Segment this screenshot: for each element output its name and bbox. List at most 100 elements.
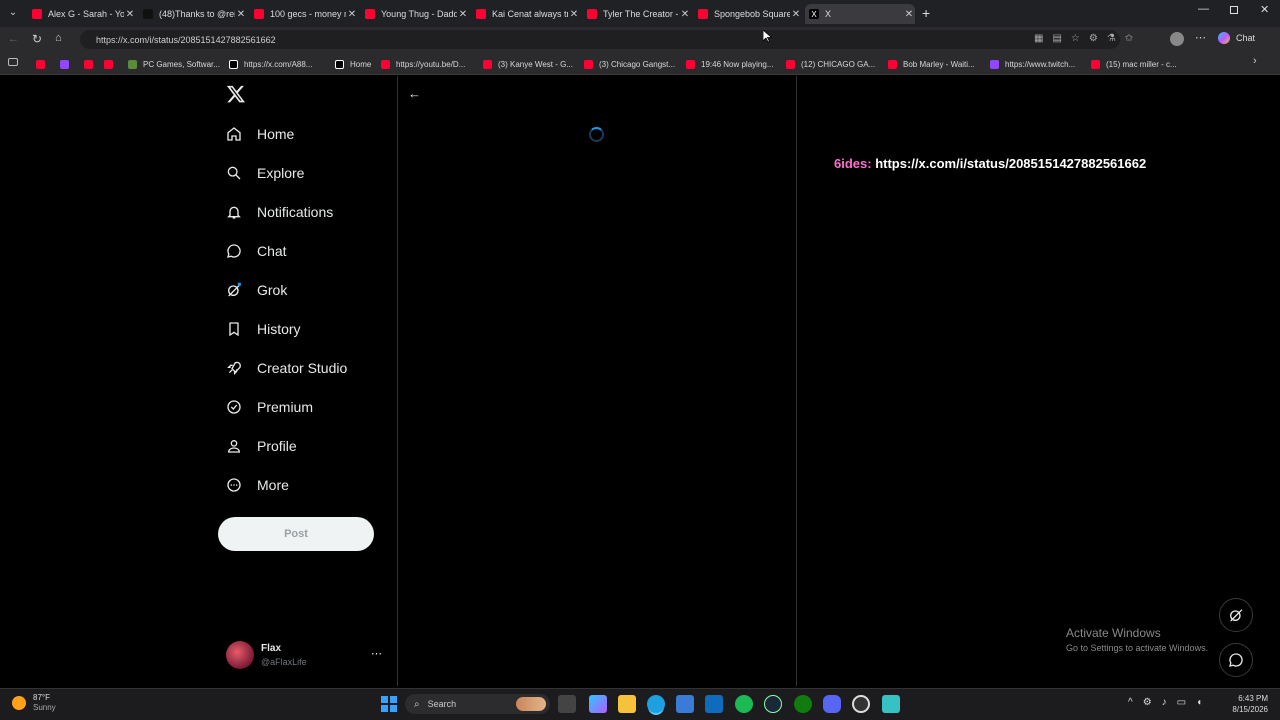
sun-icon — [12, 696, 26, 710]
bookmark-item[interactable]: https://x.com/A88... — [229, 57, 312, 71]
menu-dots-icon[interactable]: ⋯ — [1195, 31, 1206, 44]
tray-icons[interactable]: ^⚙♪▭◖ — [1128, 697, 1212, 708]
nav-label: More — [257, 477, 289, 493]
reading-mode-icon[interactable] — [8, 58, 18, 66]
task-view-icon[interactable] — [558, 695, 576, 713]
restore-button[interactable] — [1230, 6, 1238, 14]
tab-title: Kai Cenat always try — [492, 9, 568, 19]
address-input[interactable]: https://x.com/i/status/20851514278825616… — [80, 30, 1120, 49]
back-nav-icon[interactable]: ← — [8, 33, 19, 45]
nav-item-creator-studio[interactable]: Creator Studio — [226, 358, 347, 378]
bookmark-item[interactable]: (3) Chicago Gangst... — [584, 57, 675, 71]
chat-bubble-icon — [1229, 653, 1243, 667]
close-tab-icon[interactable]: ✕ — [903, 9, 915, 20]
tab[interactable]: (48)Thanks to @reid ✕ — [139, 4, 247, 24]
x-logo-icon[interactable] — [226, 84, 246, 109]
close-window-button[interactable]: ✕ — [1260, 3, 1269, 16]
nav-item-profile[interactable]: Profile — [226, 436, 297, 456]
start-button[interactable] — [381, 696, 397, 712]
notepad-icon[interactable] — [882, 695, 900, 713]
steam-icon[interactable] — [764, 695, 782, 713]
file-explorer-icon[interactable] — [618, 695, 636, 713]
bookmark-item[interactable]: PC Games, Softwar... — [128, 57, 220, 71]
close-tab-icon[interactable]: ✕ — [124, 9, 136, 20]
store-icon[interactable] — [676, 695, 694, 713]
bookmark-label: https://youtu.be/D... — [396, 59, 466, 69]
chrome-like-icon[interactable] — [852, 695, 870, 713]
youtube-icon — [36, 59, 45, 69]
outlook-icon[interactable] — [705, 695, 723, 713]
account-switcher[interactable]: Flax @aFlaxLife ⋯ — [226, 641, 386, 671]
bookmark-item[interactable]: https://youtu.be/D... — [381, 57, 465, 71]
tab-title: Tyler The Creator - V — [603, 9, 679, 19]
extensions-icons[interactable]: ▦▤☆⚙⚗✩ — [1034, 33, 1142, 44]
bookmark-item[interactable]: Home — [335, 57, 371, 71]
weather-widget[interactable]: 87°F Sunny — [12, 693, 56, 713]
post-button[interactable]: Post — [218, 517, 374, 551]
nav-item-grok[interactable]: Grok — [226, 280, 287, 300]
tab[interactable]: Kai Cenat always try ✕ — [472, 4, 580, 24]
windows-taskbar — [0, 688, 1280, 720]
tab[interactable]: Tyler The Creator - V ✕ — [583, 4, 691, 24]
tab[interactable]: Young Thug - Daddy ✕ — [361, 4, 469, 24]
nav-item-explore[interactable]: Explore — [226, 163, 304, 183]
bookmark-item[interactable]: (15) mac miller - c... — [1091, 57, 1177, 71]
close-tab-icon[interactable]: ✕ — [346, 9, 358, 20]
bookmark-item[interactable]: 19:46 Now playing... — [686, 57, 774, 71]
x-logo-icon — [229, 59, 238, 69]
nav-item-history[interactable]: History — [226, 319, 301, 339]
bookmark-item[interactable]: (3) Kanye West - G... — [483, 57, 573, 71]
account-handle: @aFlaxLife — [261, 657, 307, 667]
youtube-icon — [32, 9, 42, 19]
bookmark-item[interactable]: (12) CHICAGO GA... — [786, 57, 875, 71]
nav-item-premium[interactable]: Premium — [226, 397, 313, 417]
tab[interactable]: Spongebob Squarep ✕ — [694, 4, 802, 24]
account-more-icon[interactable]: ⋯ — [371, 647, 382, 660]
tab[interactable]: 100 gecs - money m ✕ — [250, 4, 358, 24]
minimize-button[interactable]: — — [1198, 3, 1209, 15]
close-tab-icon[interactable]: ✕ — [790, 9, 802, 20]
close-tab-icon[interactable]: ✕ — [679, 9, 691, 20]
bookmark-item[interactable] — [60, 57, 75, 71]
profile-avatar[interactable] — [1170, 32, 1184, 46]
tab-actions-icon[interactable]: ⌄ — [6, 7, 20, 21]
nav-item-more[interactable]: More — [226, 475, 289, 495]
grok-float-button[interactable] — [1219, 598, 1253, 632]
copilot-app-icon[interactable] — [589, 695, 607, 713]
bookmark-item[interactable] — [36, 57, 51, 71]
back-arrow-icon[interactable]: ← — [408, 86, 421, 101]
bookmark-item[interactable]: https://www.twitch... — [990, 57, 1075, 71]
nav-item-home[interactable]: Home — [226, 124, 294, 144]
spotify-icon[interactable] — [735, 695, 753, 713]
discord-icon[interactable] — [823, 695, 841, 713]
nav-item-notifications[interactable]: Notifications — [226, 202, 333, 222]
x-logo-icon — [335, 59, 344, 69]
tab[interactable]: Alex G - Sarah - You ✕ — [28, 4, 136, 24]
reload-icon[interactable]: ↻ — [32, 32, 42, 46]
bookmarks-overflow-icon[interactable]: › — [1253, 55, 1257, 67]
edge-icon[interactable] — [647, 695, 665, 713]
mouse-cursor — [762, 29, 773, 48]
chat-float-button[interactable] — [1219, 643, 1253, 677]
verified-icon — [227, 400, 241, 414]
bookmark-item[interactable] — [104, 57, 119, 71]
bookmark-item[interactable] — [84, 57, 99, 71]
bookmark-item[interactable]: Bob Marley - Waiti... — [888, 57, 975, 71]
tab[interactable]: X X ✕ — [805, 4, 915, 24]
copilot-chat-button[interactable]: Chat — [1218, 32, 1255, 44]
new-tab-button[interactable]: + — [922, 5, 930, 21]
close-tab-icon[interactable]: ✕ — [568, 9, 580, 20]
close-tab-icon[interactable]: ✕ — [457, 9, 469, 20]
clock[interactable]: 6:43 PM 8/15/2026 — [1228, 693, 1268, 715]
youtube-icon — [786, 59, 795, 69]
taskbar-search[interactable]: ⌕ Search — [405, 694, 550, 714]
twitch-icon — [990, 59, 999, 69]
bookmark-label: Home — [350, 59, 372, 69]
nav-item-chat[interactable]: Chat — [226, 241, 287, 261]
tab-title: 100 gecs - money m — [270, 9, 346, 19]
xbox-icon[interactable] — [794, 695, 812, 713]
close-tab-icon[interactable]: ✕ — [235, 9, 247, 20]
weather-desc: Sunny — [33, 703, 56, 712]
grok-icon — [1230, 609, 1243, 622]
home-browser-icon[interactable]: ⌂ — [55, 32, 62, 44]
